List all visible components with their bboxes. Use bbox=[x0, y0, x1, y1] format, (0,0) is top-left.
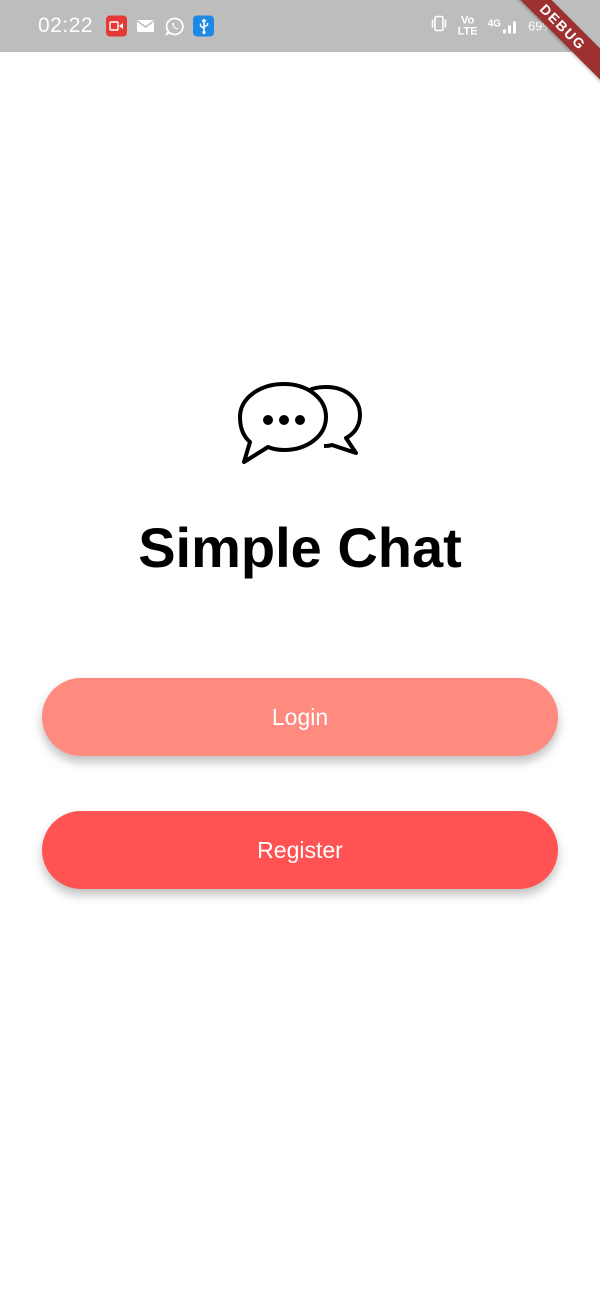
chat-bubbles-icon bbox=[238, 382, 362, 464]
volte-label-bottom: LTE bbox=[457, 25, 478, 37]
network-label: 4G bbox=[487, 18, 501, 29]
register-button[interactable]: Register bbox=[42, 811, 558, 889]
whatsapp-icon bbox=[164, 16, 185, 37]
login-button[interactable]: Login bbox=[42, 678, 558, 756]
app-title: Simple Chat bbox=[138, 516, 462, 579]
status-time: 02:22 bbox=[38, 14, 94, 37]
volte-icon: Vo LTE bbox=[458, 15, 478, 37]
usb-icon bbox=[193, 15, 214, 37]
gmail-icon bbox=[135, 16, 156, 37]
status-bar: 02:22 Vo LTE 4G 69% DEBUG bbox=[0, 0, 600, 88]
screen-record-icon bbox=[106, 15, 127, 37]
notification-icons bbox=[106, 15, 214, 37]
vibrate-icon bbox=[430, 15, 448, 38]
4g-signal-icon: 4G bbox=[488, 18, 518, 34]
debug-banner: DEBUG bbox=[502, 0, 600, 88]
system-icons: Vo LTE 4G 69% bbox=[430, 15, 554, 38]
